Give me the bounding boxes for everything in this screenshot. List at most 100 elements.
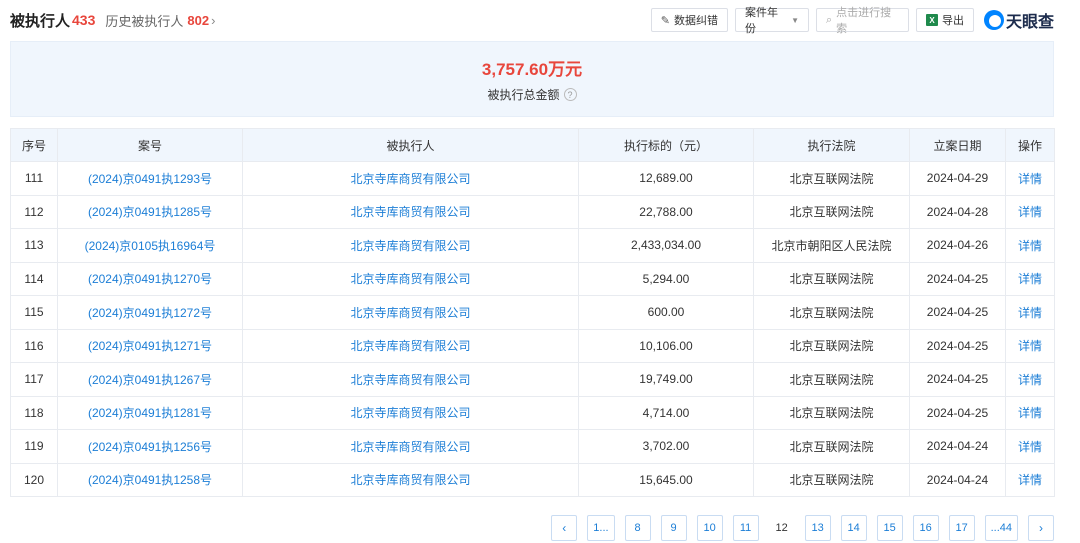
details-link[interactable]: 详情: [1005, 295, 1055, 330]
details-link[interactable]: 详情: [1005, 328, 1055, 363]
cell-no: 115: [10, 295, 58, 330]
case-link[interactable]: (2024)京0491执1270号: [57, 261, 243, 296]
export-label: 导出: [941, 15, 964, 27]
cell-amount: 4,714.00: [578, 395, 754, 430]
cell-court: 北京互联网法院: [753, 395, 910, 430]
data-correction-label: 数据纠错: [673, 15, 718, 27]
cell-date: 2024-04-24: [909, 429, 1006, 464]
title-count: 433: [72, 12, 96, 28]
case-link[interactable]: (2024)京0491执1272号: [57, 295, 243, 330]
case-link[interactable]: (2024)京0491执1256号: [57, 429, 243, 464]
cell-court: 北京互联网法院: [753, 261, 910, 296]
party-link[interactable]: 北京寺库商贸有限公司: [242, 161, 579, 196]
case-link[interactable]: (2024)京0105执16964号: [57, 228, 243, 263]
cell-date: 2024-04-25: [909, 362, 1006, 397]
party-link[interactable]: 北京寺库商贸有限公司: [242, 194, 579, 229]
header-action: 操作: [1005, 128, 1055, 162]
page-button[interactable]: 11: [732, 515, 759, 541]
pagination: ‹ 1... 8 9 10 11 12 13 14 15 16 17 ...44…: [541, 515, 1054, 541]
party-link[interactable]: 北京寺库商贸有限公司: [242, 328, 579, 363]
total-amount: 3,757.60万元: [481, 60, 583, 79]
cell-no: 114: [10, 261, 58, 296]
page-button[interactable]: 13: [804, 515, 831, 541]
cell-date: 2024-04-25: [909, 261, 1006, 296]
cell-court: 北京互联网法院: [753, 328, 910, 363]
page-button[interactable]: 15: [876, 515, 903, 541]
header-no: 序号: [10, 128, 58, 162]
cell-amount: 12,689.00: [578, 161, 754, 196]
cell-court: 北京互联网法院: [753, 362, 910, 397]
details-link[interactable]: 详情: [1005, 261, 1055, 296]
party-link[interactable]: 北京寺库商贸有限公司: [242, 395, 579, 430]
table-row: 118 (2024)京0491执1281号 北京寺库商贸有限公司 4,714.0…: [10, 395, 1055, 430]
history-link[interactable]: 历史被执行人 802 ›: [105, 11, 215, 30]
case-link[interactable]: (2024)京0491执1285号: [57, 194, 243, 229]
page-button[interactable]: 14: [840, 515, 867, 541]
page-last-button[interactable]: ...44: [984, 515, 1018, 541]
party-link[interactable]: 北京寺库商贸有限公司: [242, 462, 579, 497]
cell-no: 117: [10, 362, 58, 397]
case-link[interactable]: (2024)京0491执1267号: [57, 362, 243, 397]
table-header-row: 序号 案号 被执行人 执行标的（元） 执行法院 立案日期 操作: [10, 128, 1055, 162]
table-row: 113 (2024)京0105执16964号 北京寺库商贸有限公司 2,433,…: [10, 228, 1055, 263]
cell-court: 北京市朝阳区人民法院: [753, 228, 910, 263]
party-link[interactable]: 北京寺库商贸有限公司: [242, 228, 579, 263]
caret-down-icon: ▼: [791, 15, 799, 25]
next-page-button[interactable]: ›: [1028, 515, 1054, 541]
header-amount: 执行标的（元）: [578, 128, 754, 162]
chevron-right-icon: ›: [211, 12, 216, 28]
cell-amount: 5,294.00: [578, 261, 754, 296]
cell-no: 111: [10, 161, 58, 196]
cell-date: 2024-04-25: [909, 328, 1006, 363]
case-link[interactable]: (2024)京0491执1271号: [57, 328, 243, 363]
toolbar: ✎ 数据纠错 案件年份 ▼ ⌕ 点击进行搜索 X 导出 天眼查: [644, 7, 1054, 35]
cell-court: 北京互联网法院: [753, 161, 910, 196]
cell-amount: 10,106.00: [578, 328, 754, 363]
page-button[interactable]: 9: [660, 515, 687, 541]
page-button[interactable]: 8: [624, 515, 651, 541]
data-correction-button[interactable]: ✎ 数据纠错: [650, 8, 728, 32]
cell-date: 2024-04-25: [909, 395, 1006, 430]
table-row: 119 (2024)京0491执1256号 北京寺库商贸有限公司 3,702.0…: [10, 429, 1055, 464]
details-link[interactable]: 详情: [1005, 228, 1055, 263]
party-link[interactable]: 北京寺库商贸有限公司: [242, 362, 579, 397]
case-year-select[interactable]: 案件年份 ▼: [734, 7, 809, 35]
total-amount-label: 被执行总金额: [487, 88, 560, 102]
details-link[interactable]: 详情: [1005, 194, 1055, 229]
search-icon: ⌕: [825, 13, 833, 26]
cell-date: 2024-04-24: [909, 462, 1006, 497]
table-row: 111 (2024)京0491执1293号 北京寺库商贸有限公司 12,689.…: [10, 161, 1055, 196]
party-link[interactable]: 北京寺库商贸有限公司: [242, 295, 579, 330]
case-link[interactable]: (2024)京0491执1293号: [57, 161, 243, 196]
case-year-label: 案件年份: [744, 7, 778, 35]
party-link[interactable]: 北京寺库商贸有限公司: [242, 261, 579, 296]
page-button[interactable]: 16: [912, 515, 939, 541]
table-row: 116 (2024)京0491执1271号 北京寺库商贸有限公司 10,106.…: [10, 328, 1055, 363]
page-button[interactable]: 10: [696, 515, 723, 541]
cell-no: 116: [10, 328, 58, 363]
enforcement-table: 序号 案号 被执行人 执行标的（元） 执行法院 立案日期 操作 111 (202…: [10, 128, 1055, 497]
prev-page-button[interactable]: ‹: [551, 515, 578, 541]
search-input[interactable]: ⌕ 点击进行搜索: [815, 7, 909, 35]
cell-court: 北京互联网法院: [753, 295, 910, 330]
details-link[interactable]: 详情: [1005, 161, 1055, 196]
logo-text: 天眼查: [1005, 14, 1054, 31]
summary-panel: 3,757.60万元 被执行总金额 ?: [10, 41, 1054, 117]
logo-mark-icon: [983, 10, 1004, 30]
details-link[interactable]: 详情: [1005, 362, 1055, 397]
table-row: 114 (2024)京0491执1270号 北京寺库商贸有限公司 5,294.0…: [10, 261, 1055, 296]
page-button[interactable]: 17: [948, 515, 975, 541]
cell-no: 119: [10, 429, 58, 464]
case-link[interactable]: (2024)京0491执1281号: [57, 395, 243, 430]
header-date: 立案日期: [909, 128, 1006, 162]
export-button[interactable]: X 导出: [915, 8, 974, 32]
help-icon[interactable]: ?: [563, 88, 577, 101]
page-first-button[interactable]: 1...: [587, 515, 615, 541]
cell-amount: 19,749.00: [578, 362, 754, 397]
party-link[interactable]: 北京寺库商贸有限公司: [242, 429, 579, 464]
details-link[interactable]: 详情: [1005, 395, 1055, 430]
details-link[interactable]: 详情: [1005, 429, 1055, 464]
case-link[interactable]: (2024)京0491执1258号: [57, 462, 243, 497]
cell-no: 113: [10, 228, 58, 263]
details-link[interactable]: 详情: [1005, 462, 1055, 497]
